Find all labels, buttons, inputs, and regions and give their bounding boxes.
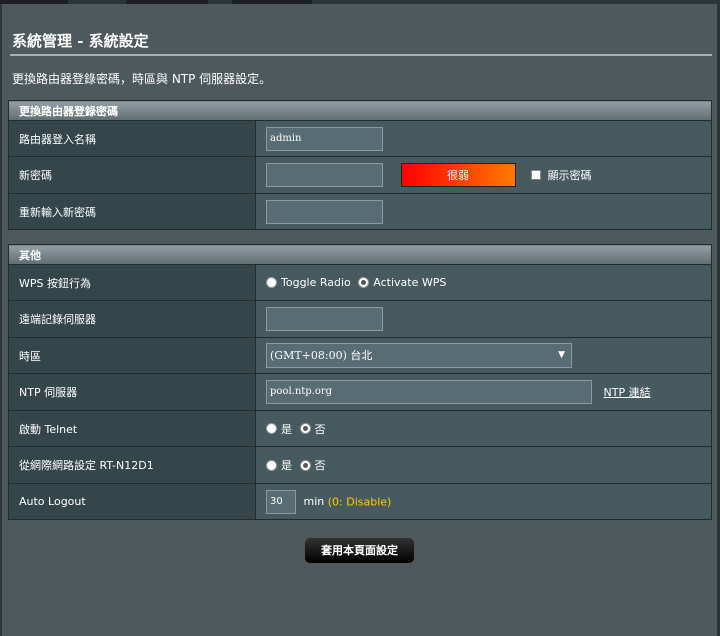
retype-password-row: 重新輸入新密碼 xyxy=(8,193,712,230)
wps-activate-radio[interactable] xyxy=(358,277,370,289)
web-access-yes-radio[interactable] xyxy=(266,459,277,471)
wps-label: WPS 按鈕行為 xyxy=(8,264,256,301)
ntp-label: NTP 伺服器 xyxy=(8,373,256,411)
remote-log-label: 遠端記錄伺服器 xyxy=(8,300,256,338)
new-password-row: 新密碼 很弱 顯示密碼 xyxy=(8,156,712,194)
telnet-row: 啟動 Telnet 是 否 xyxy=(8,410,712,447)
show-password-label: 顯示密碼 xyxy=(547,169,592,182)
web-access-no-label: 否 xyxy=(314,459,326,472)
retype-password-label: 重新輸入新密碼 xyxy=(8,193,256,230)
telnet-label: 啟動 Telnet xyxy=(8,410,256,447)
login-name-row: 路由器登入名稱 admin xyxy=(8,120,712,157)
wps-toggle-radio-radio[interactable] xyxy=(266,277,277,289)
telnet-yes-radio[interactable] xyxy=(266,423,277,434)
wps-activate-label: Activate WPS xyxy=(373,276,447,290)
wps-toggle-radio-label: Toggle Radio xyxy=(281,276,351,290)
login-name-label: 路由器登入名稱 xyxy=(8,120,256,157)
password-section-header: 更換路由器登錄密碼 xyxy=(8,100,712,121)
misc-settings-table: 其他 WPS 按鈕行為 Toggle Radio Activate WPS 遠端… xyxy=(8,244,712,520)
web-access-row: 從網際網路設定 RT-N12D1 是 否 xyxy=(8,446,712,484)
auto-logout-input[interactable]: 30 xyxy=(266,489,296,514)
auto-logout-hint: (0: Disable) xyxy=(327,495,392,508)
ntp-row: NTP 伺服器 pool.ntp.org NTP 連結 xyxy=(8,373,712,411)
login-name-input[interactable]: admin xyxy=(266,126,383,151)
title-divider xyxy=(10,54,712,56)
chevron-down-icon: ▼ xyxy=(558,350,565,360)
new-password-label: 新密碼 xyxy=(8,156,256,194)
auto-logout-unit: min xyxy=(303,495,325,508)
timezone-row: 時區 (GMT+08:00) 台北 ▼ xyxy=(8,337,712,374)
timezone-label: 時區 xyxy=(8,337,256,374)
web-access-label: 從網際網路設定 RT-N12D1 xyxy=(8,446,256,484)
page-description: 更換路由器登錄密碼，時區與 NTP 伺服器設定。 xyxy=(12,72,272,86)
apply-button[interactable]: 套用本頁面設定 xyxy=(304,537,415,564)
ntp-link[interactable]: NTP 連結 xyxy=(604,386,651,399)
remote-log-input[interactable] xyxy=(266,307,383,331)
web-access-yes-label: 是 xyxy=(281,459,292,472)
telnet-no-label: 否 xyxy=(314,422,326,436)
new-password-input[interactable] xyxy=(266,163,383,187)
misc-section-header: 其他 xyxy=(8,244,712,265)
retype-password-input[interactable] xyxy=(266,199,383,224)
timezone-select[interactable]: (GMT+08:00) 台北 ▼ xyxy=(266,343,572,368)
telnet-no-radio[interactable] xyxy=(299,423,311,434)
auto-logout-row: Auto Logout 30 min (0: Disable) xyxy=(8,483,712,520)
telnet-yes-label: 是 xyxy=(281,422,292,436)
wps-row: WPS 按鈕行為 Toggle Radio Activate WPS xyxy=(8,264,712,301)
password-settings-table: 更換路由器登錄密碼 路由器登入名稱 admin 新密碼 很弱 顯示密碼 重新輸入… xyxy=(8,100,712,230)
password-strength-meter: 很弱 xyxy=(400,163,516,187)
show-password-checkbox[interactable] xyxy=(531,170,541,180)
ntp-server-input[interactable]: pool.ntp.org xyxy=(266,380,592,404)
timezone-value: (GMT+08:00) 台北 xyxy=(270,349,373,362)
page-title: 系統管理 - 系統設定 xyxy=(12,32,149,50)
remote-log-row: 遠端記錄伺服器 xyxy=(8,300,712,338)
auto-logout-label: Auto Logout xyxy=(8,483,256,520)
web-access-no-radio[interactable] xyxy=(299,459,311,471)
